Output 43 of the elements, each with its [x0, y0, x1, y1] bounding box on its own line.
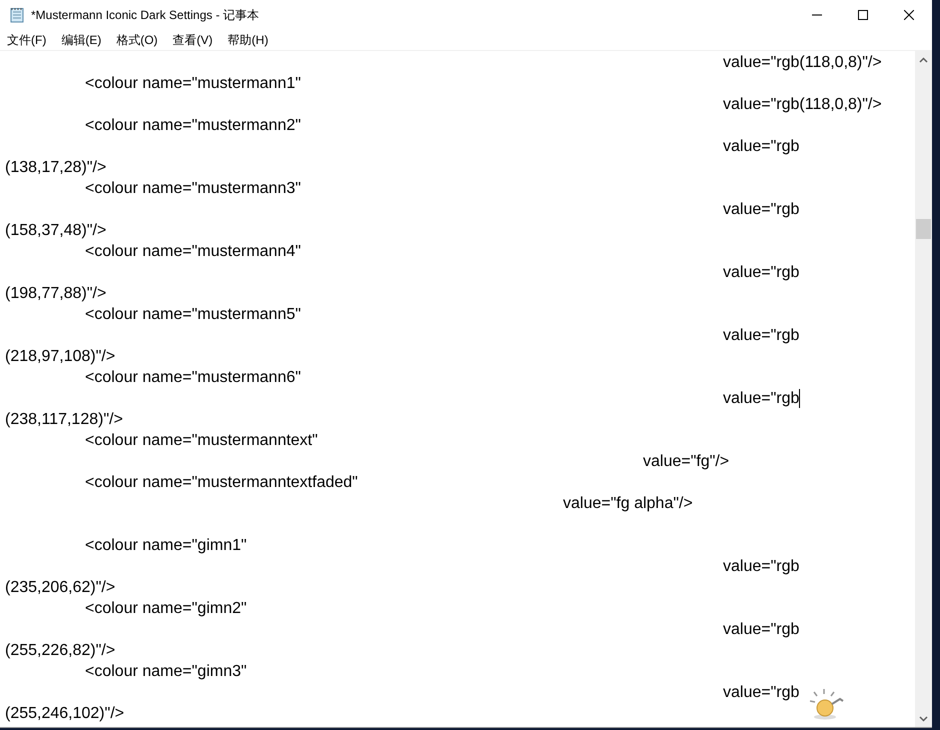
text-line: <colour name="gimn1" [85, 536, 247, 556]
text-line: value="rgb [723, 620, 800, 640]
text-line: (238,117,128)"/> [5, 410, 123, 430]
menu-item[interactable]: 编辑(E) [56, 30, 106, 50]
chevron-down-icon [919, 716, 928, 722]
maximize-icon [858, 10, 868, 20]
text-line: <colour name="mustermann3" [85, 179, 301, 199]
text-line: value="rgb [723, 263, 800, 283]
notepad-icon [9, 7, 25, 23]
scrollbar-thumb[interactable] [916, 219, 931, 239]
text-line: value="rgb [723, 683, 800, 703]
text-line: <colour name="mustermann5" [85, 305, 301, 325]
text-line: (158,37,48)"/> [5, 221, 106, 241]
chevron-up-icon [919, 56, 928, 62]
text-line: <colour name="mustermanntextfaded" [85, 473, 358, 493]
menu-item[interactable]: 文件(F) [2, 30, 52, 50]
text-line: (218,97,108)"/> [5, 347, 116, 367]
text-line: <colour name="mustermann2" [85, 116, 301, 136]
text-line: <colour name="mustermann4" [85, 242, 301, 262]
menu-item[interactable]: 格式(O) [111, 30, 163, 50]
text-line: value="fg alpha"/> [563, 494, 693, 514]
text-line: value="rgb [723, 200, 800, 220]
menu-item[interactable]: 帮助(H) [222, 30, 274, 50]
text-line: (235,206,62)"/> [5, 578, 116, 598]
text-line: <colour name="gimn2" [85, 599, 247, 619]
text-line: (138,17,28)"/> [5, 158, 106, 178]
text-line: value="rgb(118,0,8)"/> [723, 53, 882, 73]
text-line: value="rgb(118,0,8)"/> [723, 95, 882, 115]
text-line: <colour name="mustermann1" [85, 74, 301, 94]
text-line: (198,77,88)"/> [5, 284, 106, 304]
menu-item[interactable]: 查看(V) [168, 30, 218, 50]
text-line: <colour name="mustermann6" [85, 368, 301, 388]
text-line: value="rgb [723, 326, 800, 346]
text-line: (255,226,82)"/> [5, 641, 116, 661]
text-line: (255,246,102)"/> [5, 704, 124, 724]
text-line: value="fg"/> [643, 452, 730, 472]
text-line: value="rgb [723, 557, 800, 577]
text-line: value="rgb [723, 389, 800, 409]
close-icon [904, 10, 914, 20]
text-line: <colour name="mustermanntext" [85, 431, 318, 451]
window-title: *Mustermann Iconic Dark Settings - 记事本 [31, 6, 260, 24]
text-line: <colour name="gimn3" [85, 662, 247, 682]
text-line: value="rgb [723, 137, 800, 157]
